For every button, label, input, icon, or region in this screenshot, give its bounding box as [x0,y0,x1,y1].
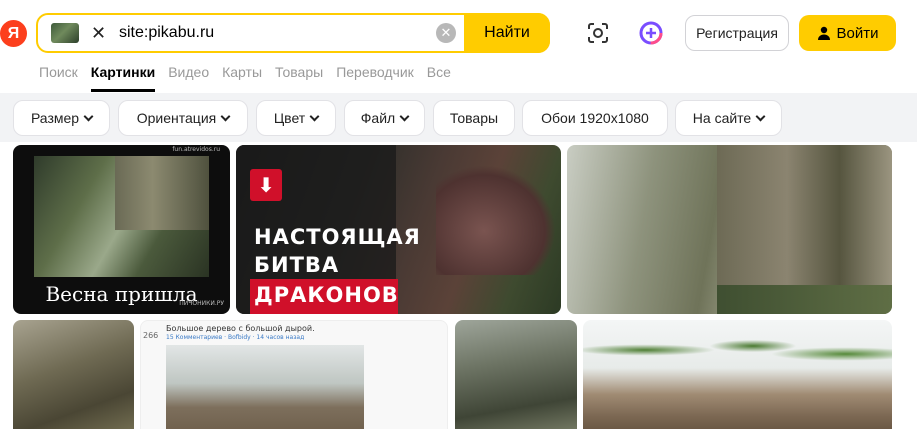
filter-file[interactable]: Файл [344,100,425,136]
chevron-down-icon [83,111,94,121]
search-submit-button[interactable]: Найти [464,13,550,53]
tab-all[interactable]: Все [427,62,451,92]
tab-images[interactable]: Картинки [90,62,156,92]
search-input[interactable]: site:pikabu.ru [119,24,436,42]
camera-search-icon[interactable] [585,20,611,46]
image-inset [115,156,209,230]
image-result[interactable]: Большое дерево с большой дырой. 266 15 К… [140,320,448,429]
login-label: Войти [836,24,879,42]
image-result[interactable] [567,145,892,314]
filter-label: На сайте [692,110,752,126]
filter-products[interactable]: Товары [433,100,515,136]
image-inset-lower [717,285,892,314]
filter-color[interactable]: Цвет [256,100,336,136]
tab-maps[interactable]: Карты [222,62,262,92]
chevron-down-icon [399,111,410,121]
search-image-thumbnail[interactable] [51,23,79,43]
chevron-down-icon [220,111,231,121]
image-result[interactable] [13,320,134,429]
filter-label: Ориентация [136,110,217,126]
filter-label: Обои 1920x1080 [541,110,649,126]
image-result[interactable] [455,320,577,429]
yandex-logo[interactable]: Я [0,20,27,47]
filter-orientation[interactable]: Ориентация [118,100,248,136]
watermark: fun.atrevidos.ru [172,146,220,153]
download-icon: ⬇ [250,169,282,201]
image-inset [717,145,892,285]
page: Я ✕ site:pikabu.ru ✕ Найти Регистрация В… [0,0,917,429]
tab-translator[interactable]: Переводчик [336,62,414,92]
logo-letter: Я [7,24,20,42]
chevron-down-icon [309,111,320,121]
filter-label: Размер [30,110,80,126]
post-title: Большое дерево с большой дырой. [166,324,315,333]
search-bar[interactable]: ✕ site:pikabu.ru ✕ Найти [36,13,550,53]
tab-products[interactable]: Товары [275,62,323,92]
service-tabs: Поиск Картинки Видео Карты Товары Перево… [39,62,451,92]
filter-label: Цвет [273,110,306,126]
vote-count: 266 [143,331,159,340]
watermark: ПИЧОНИКИ.РУ [179,300,224,307]
filter-label: Товары [449,110,499,126]
image-result[interactable]: ⬇ НАСТОЯЩАЯ БИТВА ДРАКОНОВ [236,145,561,314]
filter-on-site[interactable]: На сайте [675,100,782,136]
chevron-down-icon [755,111,766,121]
remove-image-icon[interactable]: ✕ [91,23,106,44]
banner-line: БИТВА [254,253,340,277]
clear-icon[interactable]: ✕ [436,23,456,43]
tab-search[interactable]: Поиск [39,62,78,92]
tab-video[interactable]: Видео [168,62,209,92]
banner-line: ДРАКОНОВ [254,283,399,307]
tree-foliage [583,330,892,370]
register-button[interactable]: Регистрация [685,15,789,51]
filter-label: Файл [360,110,396,126]
image-result[interactable]: fun.atrevidos.ru Весна пришла ПИЧОНИКИ.Р… [13,145,230,314]
image-result[interactable] [583,320,892,429]
image-thumbnail [166,345,364,429]
login-button[interactable]: Войти [799,15,896,51]
post-meta: 15 Комментариев · Bofbidy · 14 часов наз… [166,334,305,341]
filter-wallpaper-1920x1080[interactable]: Обои 1920x1080 [522,100,668,136]
alice-assistant-icon[interactable] [638,20,664,46]
tree-shape [436,165,556,275]
user-icon [817,26,830,40]
filter-size[interactable]: Размер [13,100,110,136]
banner-line: НАСТОЯЩАЯ [254,225,421,249]
